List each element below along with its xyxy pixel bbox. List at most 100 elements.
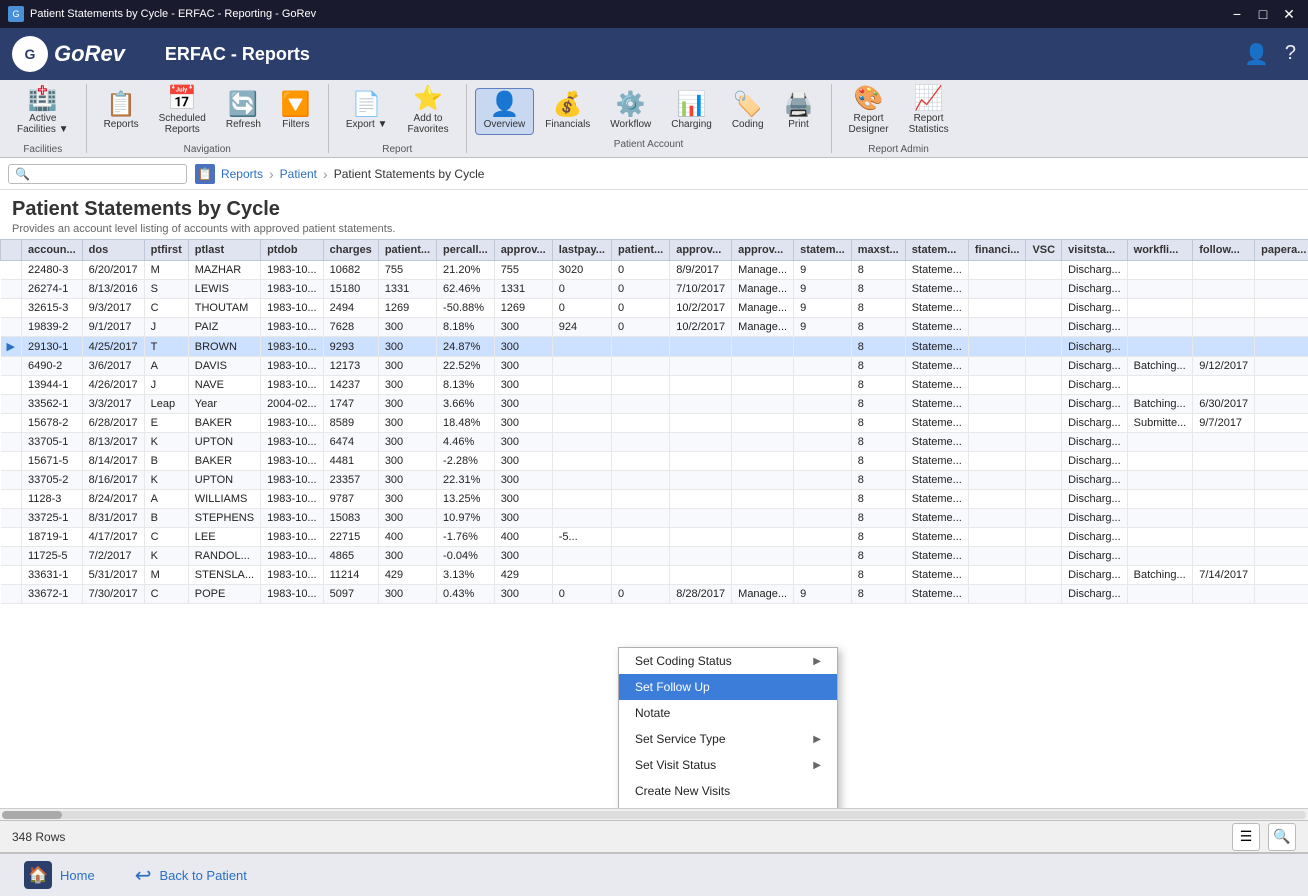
charging-button[interactable]: 📊 Charging xyxy=(662,88,721,135)
table-row[interactable]: 13944-14/26/2017JNAVE1983-10...142373008… xyxy=(1,376,1308,395)
home-button[interactable]: 🏠 Home xyxy=(16,857,103,893)
context-menu-item-set-coding-status[interactable]: Set Coding Status▶ xyxy=(619,648,837,674)
th-lastpay[interactable]: lastpay... xyxy=(552,240,611,261)
search-icon-button[interactable]: 🔍 xyxy=(1268,823,1296,851)
table-cell: -0.04% xyxy=(437,547,495,566)
th-follow[interactable]: follow... xyxy=(1193,240,1255,261)
table-cell xyxy=(611,433,669,452)
maximize-button[interactable]: □ xyxy=(1252,3,1274,25)
context-menu-item-set-visit-status[interactable]: Set Visit Status▶ xyxy=(619,752,837,778)
th-workfli[interactable]: workfli... xyxy=(1127,240,1193,261)
table-row[interactable]: 26274-18/13/2016SLEWIS1983-10...15180133… xyxy=(1,280,1308,299)
context-menu-item-notate[interactable]: Notate xyxy=(619,700,837,726)
minimize-button[interactable]: − xyxy=(1226,3,1248,25)
context-menu-item-set-service-type[interactable]: Set Service Type▶ xyxy=(619,726,837,752)
table-row[interactable]: 22480-36/20/2017MMAZHAR1983-10...1068275… xyxy=(1,261,1308,280)
th-ptdob[interactable]: ptdob xyxy=(261,240,324,261)
table-cell: 22480-3 xyxy=(21,261,82,280)
overview-button[interactable]: 👤 Overview xyxy=(475,88,535,135)
table-cell xyxy=(1255,376,1308,395)
refresh-button[interactable]: 🔄 Refresh xyxy=(217,88,270,135)
table-row[interactable]: 15678-26/28/2017EBAKER1983-10...85893001… xyxy=(1,414,1308,433)
th-vsc[interactable]: VSC xyxy=(1026,240,1062,261)
scrollbar-thumb[interactable] xyxy=(2,811,62,819)
table-row[interactable]: 18719-14/17/2017CLEE1983-10...22715400-1… xyxy=(1,528,1308,547)
table-row[interactable]: 32615-39/3/2017CTHOUTAM1983-10...2494126… xyxy=(1,299,1308,318)
context-menu-item-set-follow-up[interactable]: Set Follow Up xyxy=(619,674,837,700)
th-visitsta[interactable]: visitsta... xyxy=(1062,240,1128,261)
active-facilities-label: ActiveFacilities ▼ xyxy=(17,113,69,135)
filters-button[interactable]: 🔽 Filters xyxy=(272,88,320,135)
search-box[interactable]: 🔍 xyxy=(8,164,187,184)
table-row[interactable]: 6490-23/6/2017ADAVIS1983-10...1217330022… xyxy=(1,357,1308,376)
table-cell: 26274-1 xyxy=(21,280,82,299)
th-charges[interactable]: charges xyxy=(323,240,378,261)
th-ptlast[interactable]: ptlast xyxy=(188,240,260,261)
table-container[interactable]: accoun... dos ptfirst ptlast ptdob charg… xyxy=(0,239,1308,808)
table-cell xyxy=(552,357,611,376)
context-menu-item-download-files[interactable]: Download Files▶ xyxy=(619,804,837,808)
search-input[interactable] xyxy=(30,167,180,181)
table-cell: 1983-10... xyxy=(261,452,324,471)
th-financi[interactable]: financi... xyxy=(968,240,1026,261)
th-percall[interactable]: percall... xyxy=(437,240,495,261)
th-approv2[interactable]: approv... xyxy=(670,240,732,261)
th-account[interactable]: accoun... xyxy=(21,240,82,261)
table-row[interactable]: 33631-15/31/2017MSTENSLA...1983-10...112… xyxy=(1,566,1308,585)
table-row[interactable]: 11725-57/2/2017KRANDOL...1983-10...48653… xyxy=(1,547,1308,566)
th-dos[interactable]: dos xyxy=(82,240,144,261)
th-statem2[interactable]: statem... xyxy=(905,240,968,261)
table-row[interactable]: 33562-13/3/2017LeapYear2004-02...1747300… xyxy=(1,395,1308,414)
table-cell: 300 xyxy=(378,490,436,509)
report-statistics-button[interactable]: 📈 ReportStatistics xyxy=(900,82,958,140)
breadcrumb-reports[interactable]: Reports xyxy=(221,167,263,181)
table-cell: 300 xyxy=(494,547,552,566)
row-arrow xyxy=(1,509,22,528)
table-cell: C xyxy=(144,299,188,318)
scrollbar-track[interactable] xyxy=(2,811,1306,819)
scheduled-reports-button[interactable]: 📅 ScheduledReports xyxy=(150,82,215,140)
table-cell: LEE xyxy=(188,528,260,547)
back-to-patient-button[interactable]: ↩ Back to Patient xyxy=(127,859,255,892)
th-ptfirst[interactable]: ptfirst xyxy=(144,240,188,261)
table-row[interactable]: 1128-38/24/2017AWILLIAMS1983-10...978730… xyxy=(1,490,1308,509)
th-patient2[interactable]: patient... xyxy=(611,240,669,261)
th-approv3[interactable]: approv... xyxy=(732,240,794,261)
context-menu-item-create-new-visits[interactable]: Create New Visits xyxy=(619,778,837,804)
table-header: accoun... dos ptfirst ptlast ptdob charg… xyxy=(1,240,1308,261)
reports-button[interactable]: 📋 Reports xyxy=(95,88,148,135)
th-approv[interactable]: approv... xyxy=(494,240,552,261)
table-row[interactable]: 33705-18/13/2017KUPTON1983-10...64743004… xyxy=(1,433,1308,452)
coding-button[interactable]: 🏷️ Coding xyxy=(723,88,773,135)
help-icon[interactable]: ? xyxy=(1285,42,1296,67)
table-row[interactable]: 15671-58/14/2017BBAKER1983-10...4481300-… xyxy=(1,452,1308,471)
table-row[interactable]: 33725-18/31/2017BSTEPHENS1983-10...15083… xyxy=(1,509,1308,528)
menu-icon-button[interactable]: ☰ xyxy=(1232,823,1260,851)
table-cell: 1331 xyxy=(494,280,552,299)
row-arrow xyxy=(1,414,22,433)
table-cell: 8 xyxy=(851,280,905,299)
financials-button[interactable]: 💰 Financials xyxy=(536,88,599,135)
add-to-favorites-button[interactable]: ⭐ Add toFavorites xyxy=(398,82,457,140)
table-row[interactable]: 33672-17/30/2017CPOPE1983-10...50973000.… xyxy=(1,585,1308,604)
th-statem[interactable]: statem... xyxy=(794,240,852,261)
horizontal-scrollbar[interactable] xyxy=(0,808,1308,820)
th-patient[interactable]: patient... xyxy=(378,240,436,261)
search-icon: 🔍 xyxy=(15,167,30,181)
facilities-group-label: Facilities xyxy=(23,144,62,155)
th-papera[interactable]: papera... xyxy=(1255,240,1308,261)
table-row[interactable]: 33705-28/16/2017KUPTON1983-10...23357300… xyxy=(1,471,1308,490)
table-cell: Manage... xyxy=(732,299,794,318)
close-button[interactable]: ✕ xyxy=(1278,3,1300,25)
report-designer-button[interactable]: 🎨 ReportDesigner xyxy=(840,82,898,140)
th-maxst[interactable]: maxst... xyxy=(851,240,905,261)
breadcrumb-patient[interactable]: Patient xyxy=(280,167,317,181)
active-facilities-button[interactable]: 🏥 ActiveFacilities ▼ xyxy=(8,82,78,140)
table-row[interactable]: 19839-29/1/2017JPAIZ1983-10...76283008.1… xyxy=(1,318,1308,337)
table-cell: 8 xyxy=(851,299,905,318)
workflow-button[interactable]: ⚙️ Workflow xyxy=(601,88,660,135)
user-icon[interactable]: 👤 xyxy=(1244,42,1269,67)
table-row[interactable]: ▶29130-14/25/2017TBROWN1983-10...9293300… xyxy=(1,337,1308,357)
export-button[interactable]: 📄 Export ▼ xyxy=(337,88,397,135)
print-button[interactable]: 🖨️ Print xyxy=(775,88,823,135)
